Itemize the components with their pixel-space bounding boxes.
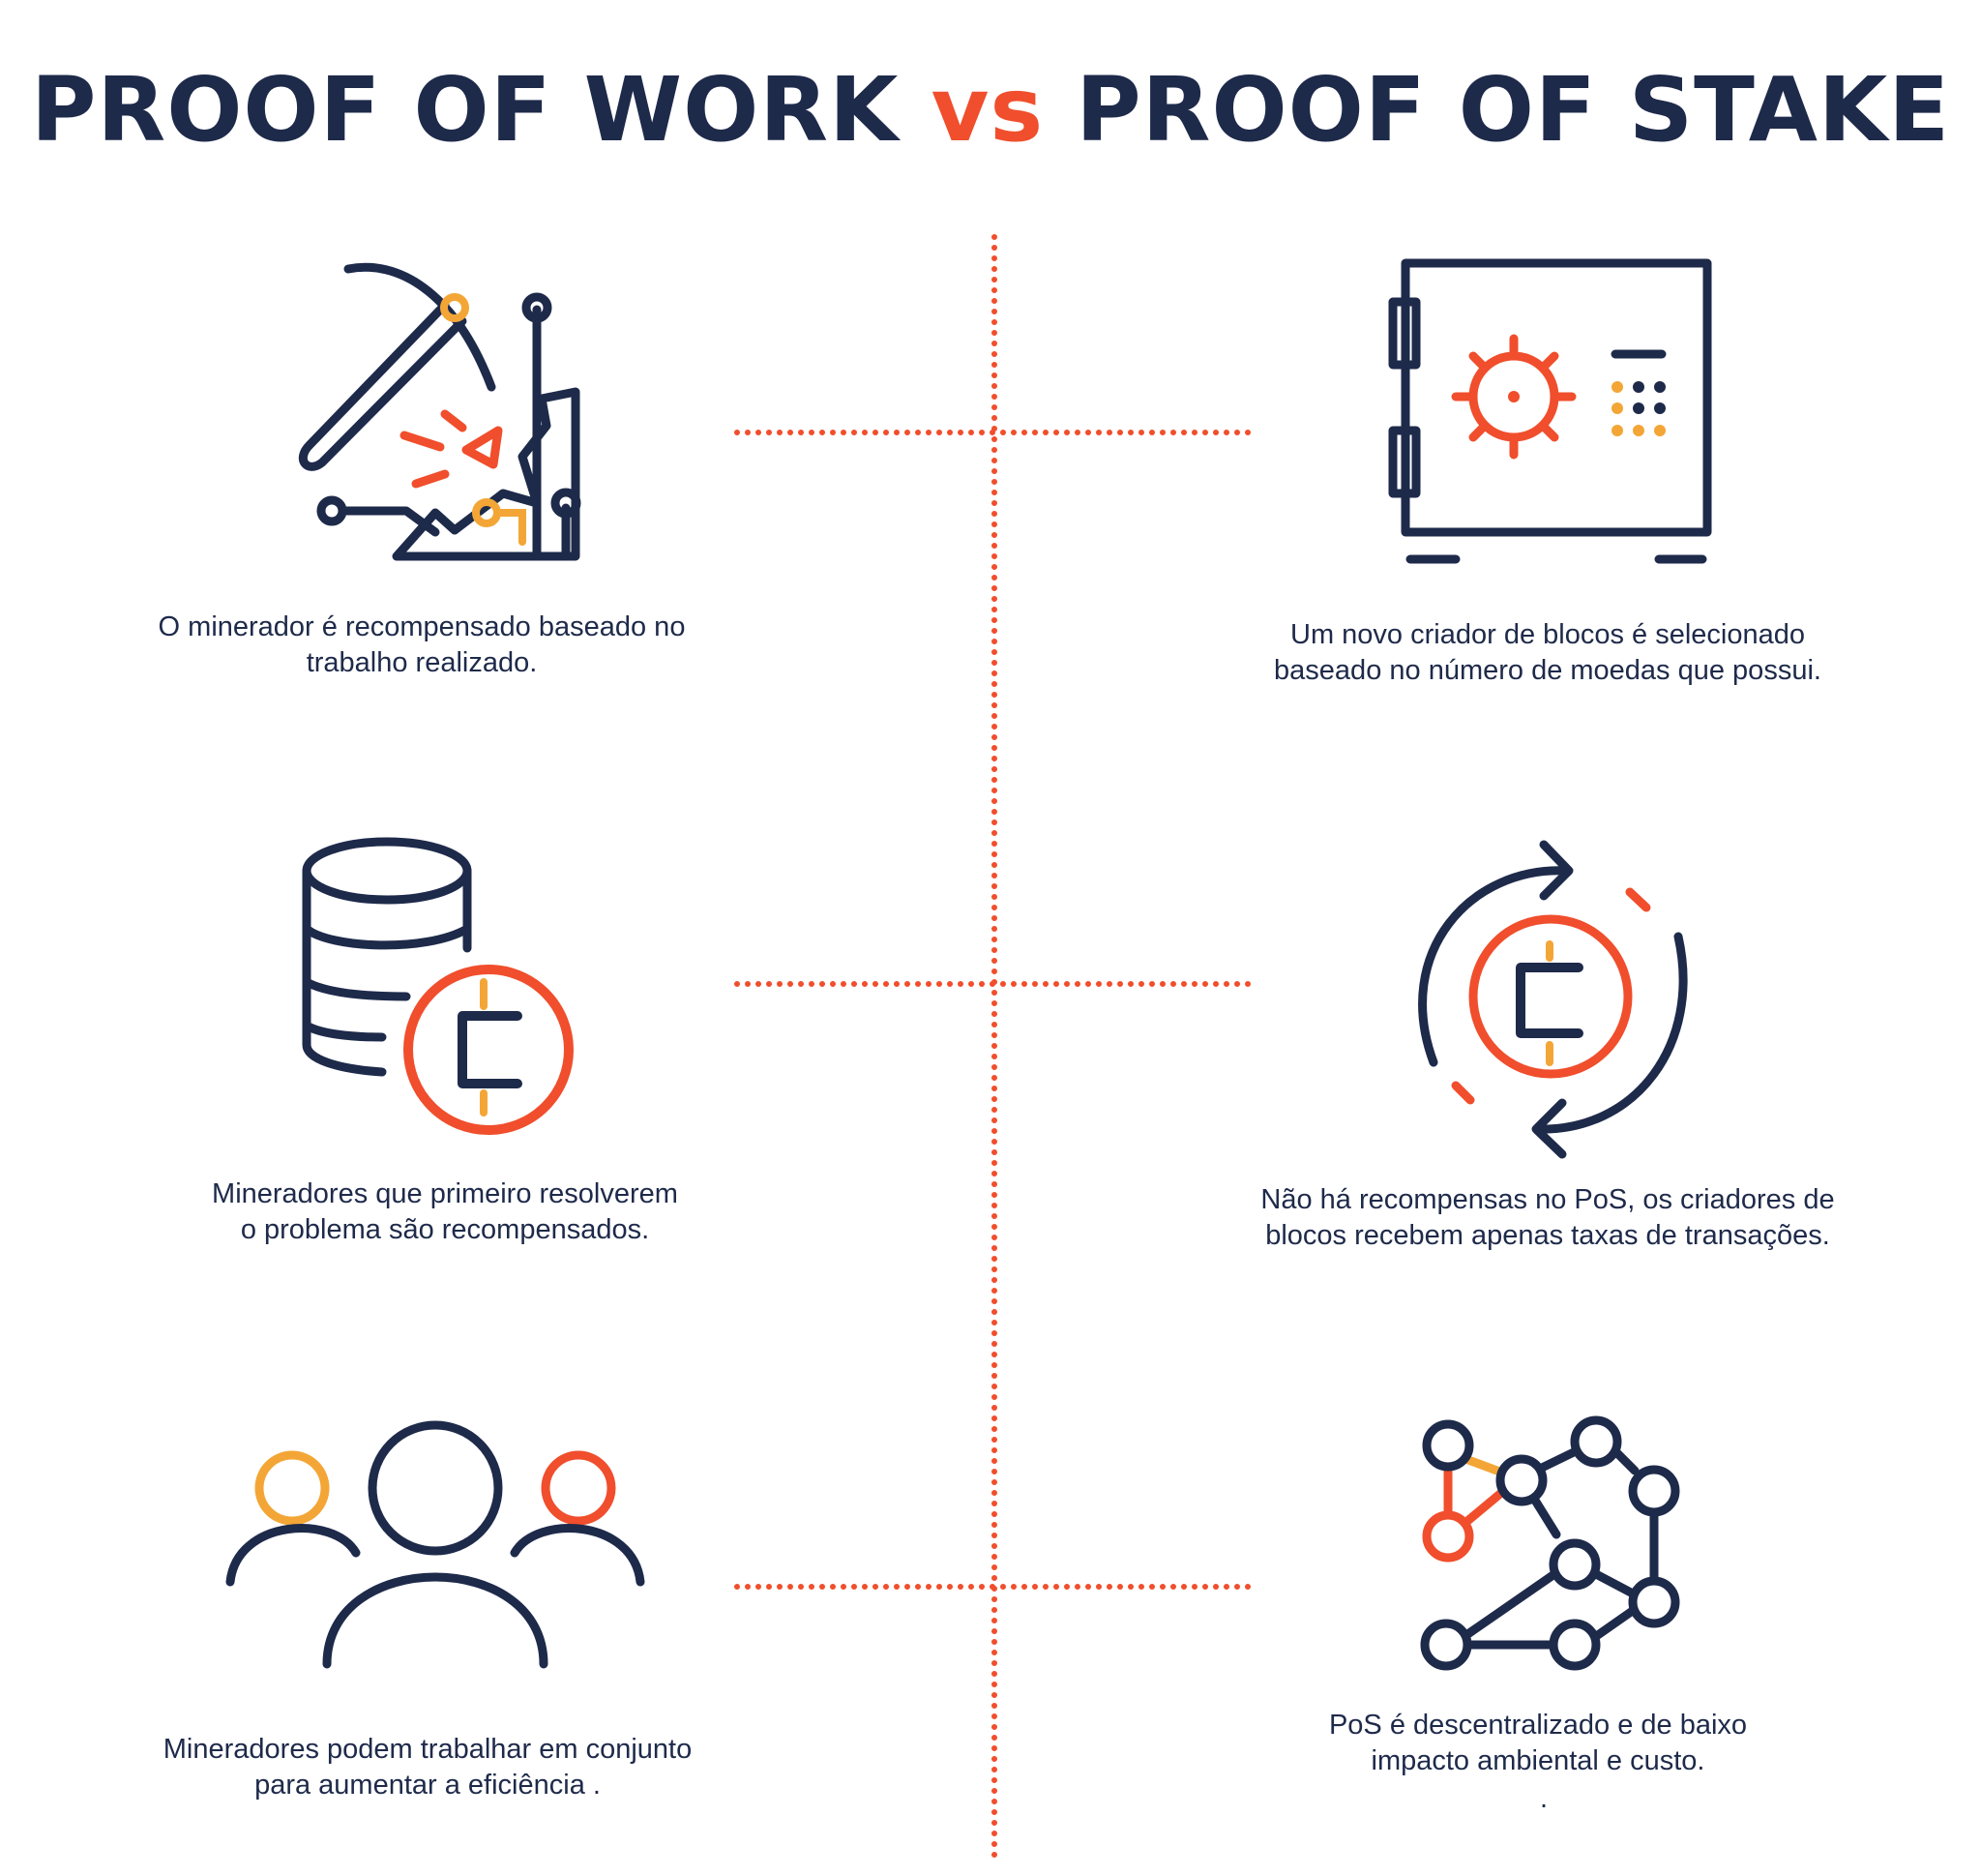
pickaxe-mining-icon: [299, 262, 581, 561]
safe-vault-icon: [1388, 258, 1712, 564]
people-group-icon: [225, 1420, 645, 1669]
pos-description-2: Não há recompensas no PoS, os criadores …: [1260, 1184, 1835, 1251]
coin-stack-icon: [302, 837, 574, 1135]
pow-description-1: O minerador é recompensado baseado no tr…: [158, 611, 686, 678]
pow-description-3: Mineradores podem trabalhar em conjunto …: [163, 1734, 693, 1801]
network-nodes-icon: [1420, 1415, 1680, 1671]
pos-description-3: PoS é descentralizado e de baixo impacto…: [1328, 1710, 1748, 1814]
pos-description-1: Um novo criador de blocos é selecionado …: [1274, 619, 1821, 686]
coin-cycle-icon: [1418, 840, 1688, 1159]
pow-description-2: Mineradores que primeiro resolverem o pr…: [212, 1178, 678, 1245]
